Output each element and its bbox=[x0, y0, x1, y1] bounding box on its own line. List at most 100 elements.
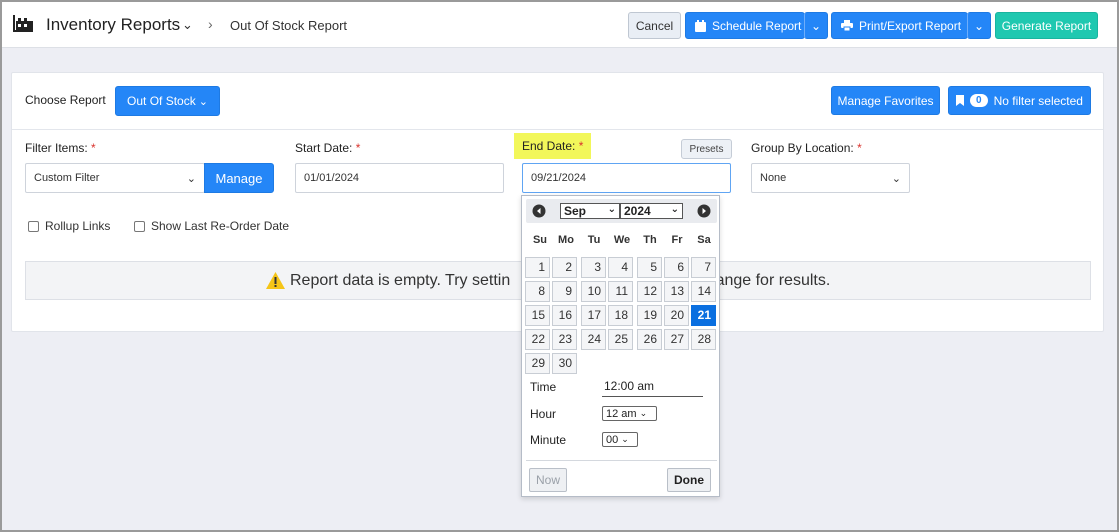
calendar-day[interactable]: 17 bbox=[581, 305, 606, 326]
hour-value: 12 am bbox=[606, 407, 637, 420]
calendar-day[interactable]: 26 bbox=[637, 329, 662, 350]
top-bar: Inventory Reports ⌄ › Out Of Stock Repor… bbox=[2, 2, 1117, 48]
calendar-day[interactable]: 7 bbox=[691, 257, 716, 278]
calendar-day[interactable]: 1 bbox=[525, 257, 550, 278]
weekday-label: Th bbox=[643, 234, 657, 246]
end-date-input[interactable]: 09/21/2024 bbox=[522, 163, 731, 193]
filter-items-label: Filter Items: * bbox=[25, 141, 96, 155]
calendar-day[interactable]: 30 bbox=[552, 353, 577, 374]
chevron-down-icon[interactable]: ⌄ bbox=[182, 17, 193, 33]
calendar-day[interactable]: 19 bbox=[637, 305, 662, 326]
generate-report-button[interactable]: Generate Report bbox=[995, 12, 1098, 39]
calendar-day[interactable]: 20 bbox=[664, 305, 689, 326]
printer-icon bbox=[841, 20, 853, 31]
weekday-label: Sa bbox=[697, 234, 711, 246]
year-select[interactable]: 2024 ⌄ bbox=[620, 203, 683, 219]
calendar-day[interactable]: 14 bbox=[691, 281, 716, 302]
chevron-down-icon: ⌄ bbox=[973, 18, 985, 33]
warning-icon bbox=[266, 272, 285, 289]
month-select[interactable]: Sep ⌄ bbox=[560, 203, 620, 219]
hour-label: Hour bbox=[530, 407, 557, 421]
rollup-links-option[interactable]: Rollup Links bbox=[28, 219, 110, 233]
chevron-down-icon: ⌄ bbox=[621, 434, 629, 444]
calendar-day[interactable]: 3 bbox=[581, 257, 606, 278]
schedule-report-label: Schedule Report bbox=[712, 18, 802, 33]
manage-filter-button[interactable]: Manage bbox=[204, 163, 274, 193]
print-dropdown-toggle[interactable]: ⌄ bbox=[967, 12, 991, 39]
now-button[interactable]: Now bbox=[529, 468, 567, 492]
calendar-day-selected[interactable]: 21 bbox=[691, 305, 716, 326]
app-title[interactable]: Inventory Reports bbox=[46, 15, 180, 35]
chevron-down-icon: ⌄ bbox=[670, 204, 679, 215]
report-selector-label: Out Of Stock bbox=[127, 94, 196, 108]
schedule-report-button[interactable]: Schedule Report bbox=[685, 12, 805, 39]
calendar-day[interactable]: 18 bbox=[608, 305, 633, 326]
group-by-label: Group By Location: * bbox=[751, 141, 862, 155]
done-button[interactable]: Done bbox=[667, 468, 711, 492]
year-value: 2024 bbox=[624, 204, 651, 218]
end-date-label: End Date: * bbox=[514, 133, 592, 159]
calendar-day[interactable]: 9 bbox=[552, 281, 577, 302]
datepicker-header: Sep ⌄ 2024 ⌄ bbox=[526, 199, 717, 223]
group-by-select[interactable]: None ⌄ bbox=[751, 163, 910, 193]
time-label: Time bbox=[530, 380, 557, 394]
group-by-value: None bbox=[760, 172, 787, 184]
calendar-day[interactable]: 8 bbox=[525, 281, 550, 302]
show-reorder-label: Show Last Re-Order Date bbox=[151, 219, 290, 233]
empty-message-text: Report data is empty. Try settin bbox=[290, 271, 511, 289]
calendar-day[interactable]: 11 bbox=[608, 281, 633, 302]
manage-favorites-button[interactable]: Manage Favorites bbox=[831, 86, 940, 115]
filter-status-label: No filter selected bbox=[993, 93, 1083, 108]
hour-select[interactable]: 12 am ⌄ bbox=[602, 406, 657, 421]
print-export-button[interactable]: Print/Export Report bbox=[831, 12, 968, 39]
calendar-day[interactable]: 6 bbox=[664, 257, 689, 278]
app-window: Inventory Reports ⌄ › Out Of Stock Repor… bbox=[0, 0, 1119, 532]
calendar-day[interactable]: 16 bbox=[552, 305, 577, 326]
start-date-label: Start Date: * bbox=[295, 141, 360, 155]
calendar-day[interactable]: 29 bbox=[525, 353, 550, 374]
calendar-day[interactable]: 10 bbox=[581, 281, 606, 302]
weekday-label: We bbox=[613, 234, 631, 246]
calendar-day[interactable]: 5 bbox=[637, 257, 662, 278]
next-month-icon[interactable] bbox=[697, 204, 711, 218]
month-value: Sep bbox=[564, 204, 587, 218]
minute-value: 00 bbox=[606, 433, 619, 446]
minute-label: Minute bbox=[530, 433, 567, 447]
chevron-down-icon: ⌄ bbox=[810, 18, 822, 33]
chevron-right-icon: › bbox=[208, 16, 213, 32]
datepicker-divider bbox=[526, 460, 717, 461]
cancel-button[interactable]: Cancel bbox=[628, 12, 681, 39]
group-by-label-text: Group By Location: bbox=[751, 141, 854, 155]
calendar-day[interactable]: 27 bbox=[664, 329, 689, 350]
required-marker: * bbox=[857, 141, 862, 155]
rollup-links-checkbox[interactable] bbox=[28, 220, 39, 232]
show-reorder-option[interactable]: Show Last Re-Order Date bbox=[134, 219, 289, 233]
weekday-label: Mo bbox=[558, 234, 574, 246]
divider bbox=[12, 129, 1103, 130]
calendar-day[interactable]: 2 bbox=[552, 257, 577, 278]
calendar-day[interactable]: 15 bbox=[525, 305, 550, 326]
schedule-dropdown-toggle[interactable]: ⌄ bbox=[804, 12, 828, 39]
show-reorder-checkbox[interactable] bbox=[134, 220, 145, 232]
presets-button[interactable]: Presets bbox=[681, 139, 732, 159]
filter-status-button[interactable]: 0 No filter selected bbox=[948, 86, 1091, 115]
required-marker: * bbox=[91, 141, 96, 155]
calendar-day[interactable]: 12 bbox=[637, 281, 662, 302]
calendar-day[interactable]: 28 bbox=[691, 329, 716, 350]
chevron-down-icon: ⌄ bbox=[607, 204, 616, 215]
calendar-day[interactable]: 4 bbox=[608, 257, 633, 278]
calendar-day[interactable]: 23 bbox=[552, 329, 577, 350]
weekday-label: Fr bbox=[671, 234, 683, 246]
start-date-input[interactable]: 01/01/2024 bbox=[295, 163, 504, 193]
weekday-label: Tu bbox=[587, 234, 601, 246]
choose-report-label: Choose Report bbox=[25, 93, 106, 107]
calendar-day[interactable]: 22 bbox=[525, 329, 550, 350]
filter-items-select[interactable]: Custom Filter ⌄ bbox=[25, 163, 205, 193]
report-selector-button[interactable]: Out Of Stock ⌄ bbox=[115, 86, 220, 116]
calendar-day[interactable]: 24 bbox=[581, 329, 606, 350]
minute-select[interactable]: 00 ⌄ bbox=[602, 432, 638, 447]
calendar-day[interactable]: 13 bbox=[664, 281, 689, 302]
prev-month-icon[interactable] bbox=[532, 204, 546, 218]
start-date-label-text: Start Date: bbox=[295, 141, 353, 155]
calendar-day[interactable]: 25 bbox=[608, 329, 633, 350]
